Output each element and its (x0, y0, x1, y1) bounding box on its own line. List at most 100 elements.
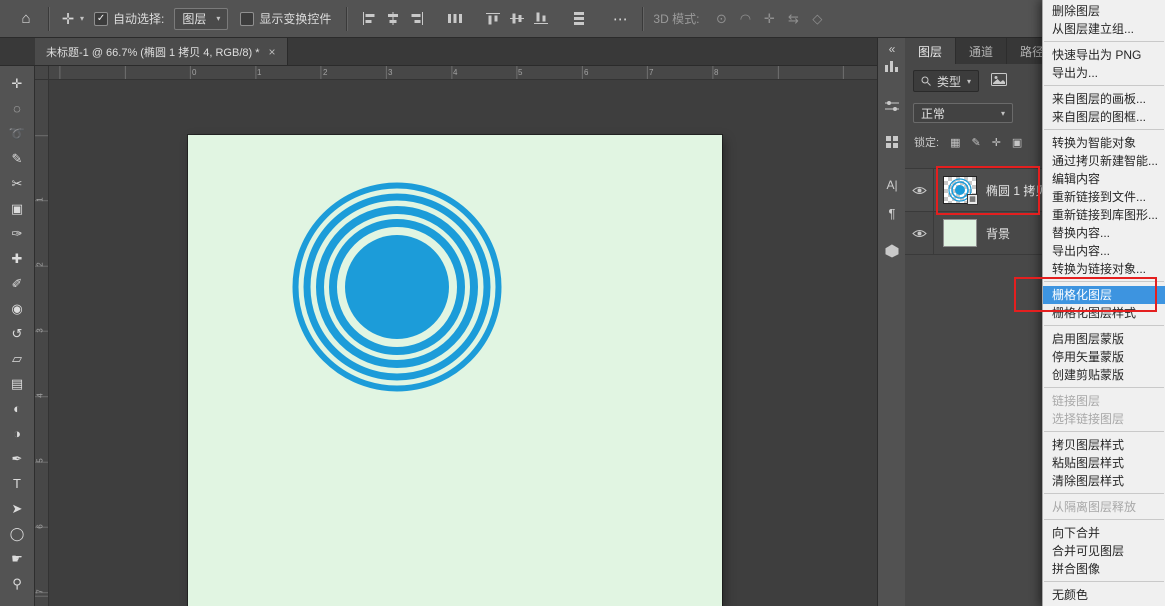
align-bottom-button[interactable] (529, 11, 553, 27)
menu-item-merge-visible[interactable]: 合并可见图层 (1043, 542, 1165, 560)
quick-selection-tool[interactable]: ✎ (3, 146, 31, 171)
gradient-tool[interactable]: ▤ (3, 371, 31, 396)
lock-transparent-pixels-icon[interactable]: ▦ (950, 136, 960, 149)
align-center-horizontal-button[interactable] (381, 11, 405, 27)
layer-filter-type-dropdown[interactable]: 类型 ▾ (913, 70, 979, 92)
distribute-horizontal-button[interactable] (443, 11, 467, 27)
menu-item-export-contents[interactable]: 导出内容... (1043, 242, 1165, 260)
swatches-panel-icon[interactable] (878, 136, 906, 152)
crop-tool[interactable]: ✂ (3, 171, 31, 196)
menu-separator (1044, 281, 1164, 282)
dodge-tool[interactable]: ◑ (3, 421, 31, 446)
paragraph-panel-icon[interactable]: ¶ (878, 206, 906, 221)
caret-down-icon: ▾ (80, 14, 84, 23)
ruler-label: 7 (36, 589, 45, 593)
3d-panel-icon[interactable] (878, 244, 906, 261)
auto-select-checkbox[interactable]: ✓ 自动选择: (94, 10, 170, 27)
menu-item-edit-contents[interactable]: 编辑内容 (1043, 170, 1165, 188)
eraser-tool[interactable]: ▱ (3, 346, 31, 371)
document-tab[interactable]: 未标题-1 @ 66.7% (椭圆 1 拷贝 4, RGB/8) * × (35, 38, 288, 65)
clone-stamp-tool[interactable]: ◉ (3, 296, 31, 321)
menu-item-relink-to-file[interactable]: 重新链接到文件... (1043, 188, 1165, 206)
layer-visibility-toggle[interactable] (905, 212, 934, 254)
tab-channels[interactable]: 通道 (956, 38, 1007, 64)
close-tab-icon[interactable]: × (269, 45, 276, 59)
menu-item-merge-down[interactable]: 向下合并 (1043, 524, 1165, 542)
distribute-vertical-button[interactable] (567, 11, 591, 27)
ruler-label: 4 (453, 68, 457, 77)
layer-name[interactable]: 背景 (986, 225, 1010, 242)
menu-item-quick-export-png[interactable]: 快速导出为 PNG (1043, 46, 1165, 64)
pasteboard[interactable] (49, 80, 877, 606)
menu-item-relink-to-library-graphic[interactable]: 重新链接到库图形... (1043, 206, 1165, 224)
canvas[interactable] (188, 135, 722, 606)
menu-separator (1044, 387, 1164, 388)
move-tool[interactable]: ✛ (3, 71, 31, 96)
menu-item-rasterize-layer[interactable]: 栅格化图层 (1043, 286, 1165, 304)
type-tool[interactable]: T (3, 471, 31, 496)
vertical-ruler[interactable]: 1 2 3 4 5 6 7 (35, 80, 49, 606)
frame-tool[interactable]: ▣ (3, 196, 31, 221)
menu-item-enable-layer-mask[interactable]: 启用图层蒙版 (1043, 330, 1165, 348)
menu-item-delete-layer[interactable]: 删除图层 (1043, 2, 1165, 20)
menu-item-export-as[interactable]: 导出为... (1043, 64, 1165, 82)
lasso-tool[interactable]: ➰ (3, 121, 31, 146)
ellipse-shape-tool[interactable]: ◯ (3, 521, 31, 546)
menu-item-disable-vector-mask[interactable]: 停用矢量蒙版 (1043, 348, 1165, 366)
menu-item-create-clipping-mask[interactable]: 创建剪贴蒙版 (1043, 366, 1165, 384)
ruler-label: 0 (192, 68, 196, 77)
path-selection-tool[interactable]: ➤ (3, 496, 31, 521)
menu-item-artboard-from-layers[interactable]: 来自图层的画板... (1043, 90, 1165, 108)
menu-item-frame-from-layers[interactable]: 来自图层的图框... (1043, 108, 1165, 126)
lock-artboard-icon[interactable]: ▣ (1012, 136, 1022, 149)
layer-context-menu: 删除图层 从图层建立组... 快速导出为 PNG 导出为... 来自图层的画板.… (1042, 0, 1165, 606)
horizontal-ruler[interactable]: 0 1 2 3 4 5 6 7 8 (49, 66, 877, 80)
character-panel-icon[interactable]: A| (878, 178, 906, 192)
menu-item-new-smart-object-via-copy[interactable]: 通过拷贝新建智能... (1043, 152, 1165, 170)
layer-thumbnail[interactable] (943, 219, 977, 247)
menu-separator (1044, 431, 1164, 432)
align-left-button[interactable] (357, 11, 381, 27)
menu-item-convert-to-smart-object[interactable]: 转换为智能对象 (1043, 134, 1165, 152)
more-options-button[interactable]: ⋯ (607, 10, 633, 28)
lock-position-icon[interactable]: ✛ (992, 136, 1001, 149)
smudge-tool[interactable]: ◐ (3, 396, 31, 421)
ellipse-marquee-tool[interactable]: ◌ (3, 96, 31, 121)
collapse-panels-icon[interactable]: « (878, 42, 906, 56)
menu-item-clear-layer-style[interactable]: 清除图层样式 (1043, 472, 1165, 490)
eyedropper-tool[interactable]: ✑ (3, 221, 31, 246)
layer-visibility-toggle[interactable] (905, 169, 934, 211)
tab-layers[interactable]: 图层 (905, 38, 956, 64)
tool-preset-move[interactable]: ✛ ▾ (59, 10, 84, 28)
align-middle-button[interactable] (505, 11, 529, 27)
show-transform-checkbox[interactable]: 显示变换控件 (240, 10, 337, 27)
menu-item-paste-layer-style[interactable]: 粘贴图层样式 (1043, 454, 1165, 472)
menu-separator (1044, 129, 1164, 130)
menu-item-group-from-layers[interactable]: 从图层建立组... (1043, 20, 1165, 38)
home-icon[interactable]: ⌂ (13, 10, 39, 27)
menu-item-flatten-image[interactable]: 拼合图像 (1043, 560, 1165, 578)
menu-item-rasterize-layer-style[interactable]: 栅格化图层样式 (1043, 304, 1165, 322)
history-brush-tool[interactable]: ↺ (3, 321, 31, 346)
blend-mode-dropdown[interactable]: 正常 ▾ (913, 103, 1013, 123)
layer-thumbnail[interactable]: ▦ (943, 176, 977, 204)
align-top-button[interactable] (481, 11, 505, 27)
smart-object-badge-icon: ▦ (967, 194, 978, 205)
menu-item-no-color[interactable]: 无颜色 (1043, 586, 1165, 604)
auto-select-target-dropdown[interactable]: 图层 ▾ (174, 8, 228, 30)
brush-tool[interactable]: ✐ (3, 271, 31, 296)
lock-image-pixels-icon[interactable]: ✎ (971, 136, 980, 149)
pen-tool[interactable]: ✒ (3, 446, 31, 471)
menu-item-convert-to-linked[interactable]: 转换为链接对象... (1043, 260, 1165, 278)
menu-separator (1044, 493, 1164, 494)
healing-brush-tool[interactable]: ✚ (3, 246, 31, 271)
adjustments-panel-icon[interactable] (878, 100, 906, 115)
align-right-button[interactable] (405, 11, 429, 27)
zoom-tool[interactable]: ⚲ (3, 571, 31, 596)
filter-pixel-layers-icon[interactable] (991, 73, 1007, 89)
hand-tool[interactable]: ☛ (3, 546, 31, 571)
histogram-panel-icon[interactable] (878, 60, 906, 75)
ruler-origin-corner[interactable] (35, 66, 49, 80)
menu-item-copy-layer-style[interactable]: 拷贝图层样式 (1043, 436, 1165, 454)
menu-item-replace-contents[interactable]: 替换内容... (1043, 224, 1165, 242)
